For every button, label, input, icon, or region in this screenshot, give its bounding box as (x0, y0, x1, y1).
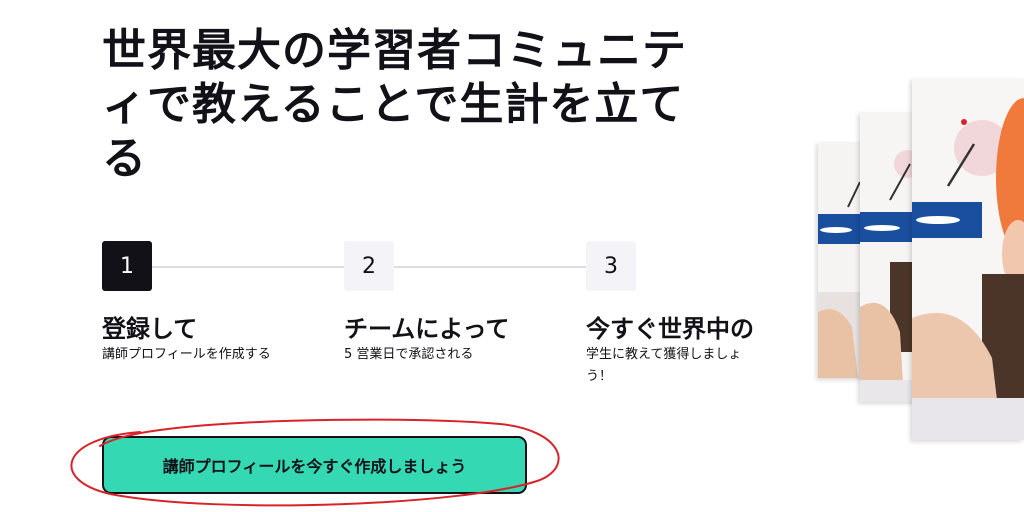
page-title-line-1: 世界最大の学習者コミュニテ (102, 25, 687, 76)
step-number-2-label: 2 (362, 253, 376, 279)
page-title: 世界最大の学習者コミュニテ ィで教えることで生計を立て る (102, 24, 782, 186)
step-connector-1 (152, 266, 344, 268)
step-number-1-label: 1 (120, 253, 134, 279)
step-title-1: 登録して (102, 315, 198, 343)
step-title-2: チームによって (344, 315, 510, 343)
step-connector-2 (394, 266, 586, 268)
step-description-3: 学生に教えて獲得しましょう！ (586, 347, 742, 384)
step-number-3-label: 3 (604, 253, 618, 279)
step-number-3: 3 (586, 241, 636, 291)
step-title-3: 今すぐ世界中の (586, 315, 754, 343)
step-description-1: 講師プロフィールを作成する (102, 347, 271, 362)
tutor-photo-front (912, 78, 1024, 440)
step-number-2: 2 (344, 241, 394, 291)
page-title-line-3: る (102, 133, 147, 184)
step-description-2: 5 営業日で承認される (344, 347, 474, 362)
page-title-line-2: ィで教えることで生計を立て (102, 79, 685, 130)
create-tutor-profile-button[interactable]: 講師プロフィールを今すぐ作成しましょう (102, 436, 527, 494)
step-number-1: 1 (102, 241, 152, 291)
create-tutor-profile-button-label: 講師プロフィールを今すぐ作成しましょう (162, 457, 467, 476)
